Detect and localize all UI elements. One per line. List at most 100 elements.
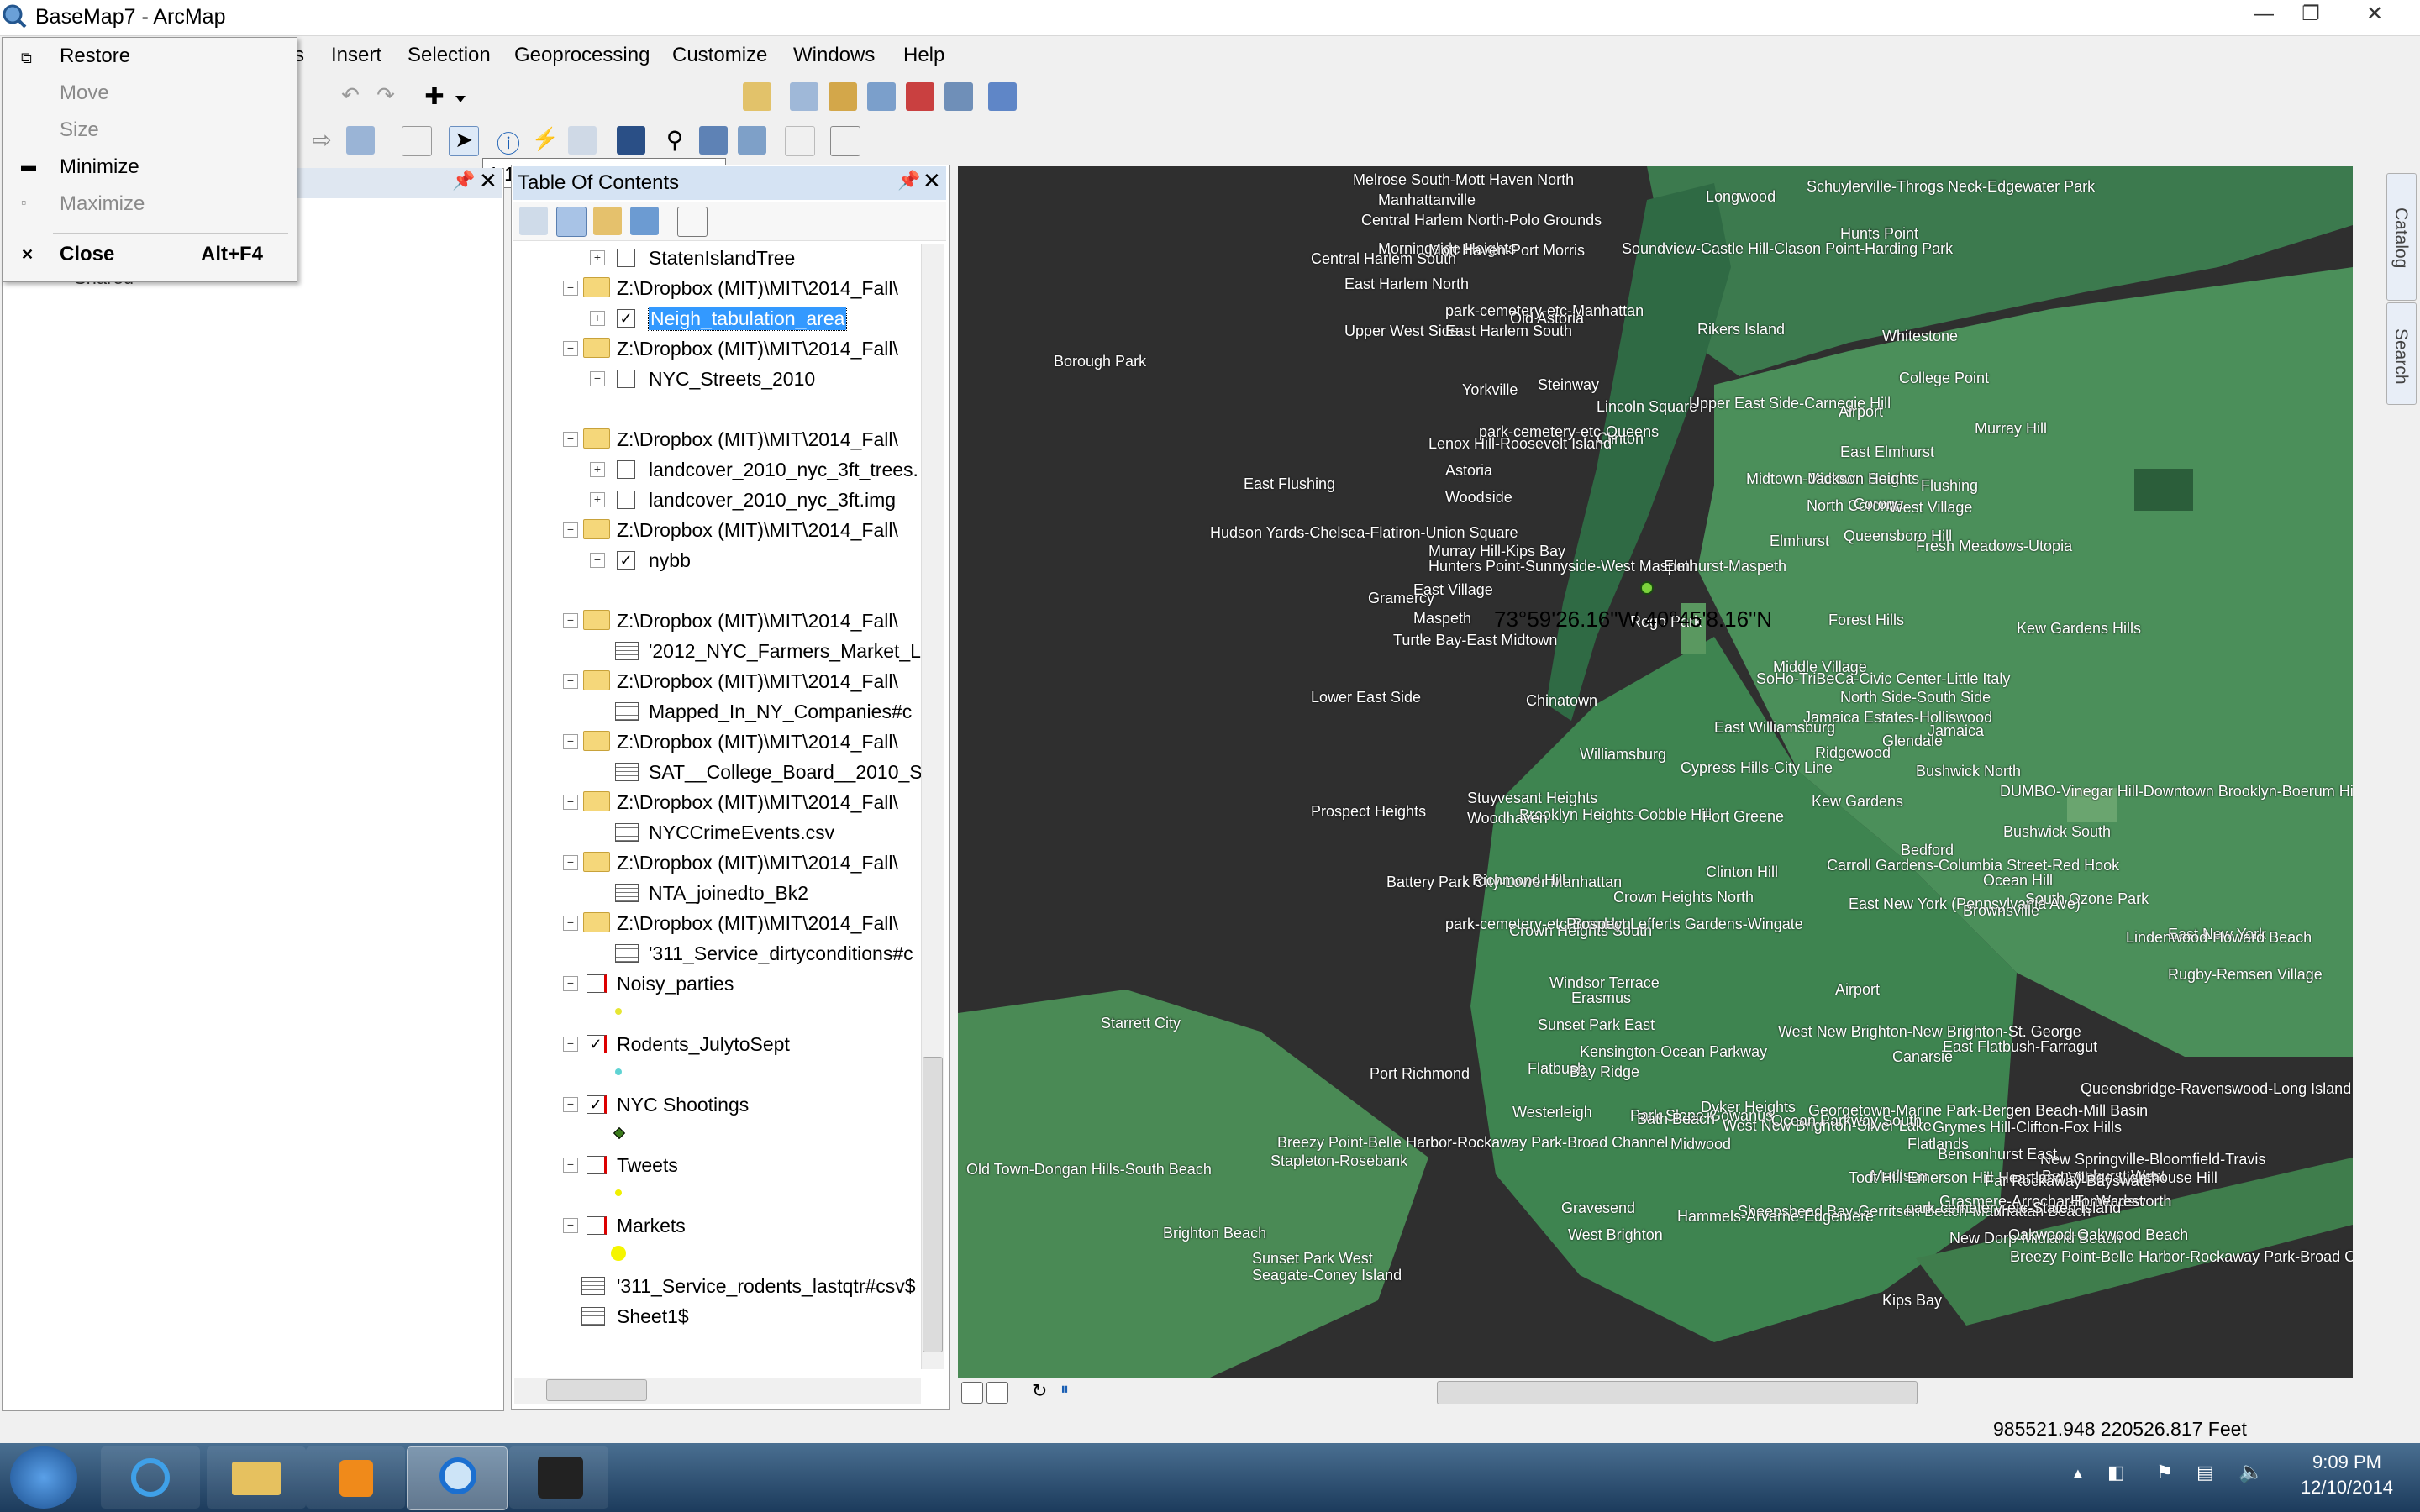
add-data-dropdown-icon[interactable]	[455, 96, 466, 102]
layer-visibility-checkbox[interactable]	[587, 974, 607, 993]
toc-row[interactable]: − Z:\Dropbox (MIT)\MIT\2014_Fall\	[513, 848, 924, 879]
menu-move[interactable]: Move	[60, 81, 109, 105]
layer-label[interactable]: Z:\Dropbox (MIT)\MIT\2014_Fall\	[617, 791, 898, 814]
toc-row[interactable]: − Tweets	[513, 1151, 924, 1181]
collapse-icon[interactable]: −	[563, 976, 578, 991]
layer-label[interactable]: Z:\Dropbox (MIT)\MIT\2014_Fall\	[617, 610, 898, 633]
toc-row[interactable]: − ✓ nybb	[513, 546, 924, 576]
select-elements-icon[interactable]: ➤	[449, 126, 479, 156]
refresh-icon[interactable]: ↻	[1032, 1380, 1047, 1402]
layer-label[interactable]: Z:\Dropbox (MIT)\MIT\2014_Fall\	[617, 519, 898, 542]
layer-label[interactable]: Mapped_In_NY_Companies#c	[649, 701, 912, 723]
tray-clock[interactable]: 9:09 PM 12/10/2014	[2292, 1450, 2402, 1500]
data-view-icon[interactable]	[961, 1382, 983, 1404]
toc-row[interactable]: SAT__College_Board__2010_Sc	[513, 758, 924, 788]
toc-row[interactable]: NYCCrimeEvents.csv	[513, 818, 924, 848]
expand-icon[interactable]: +	[590, 462, 605, 477]
layer-visibility-checkbox[interactable]: ✓	[587, 1095, 607, 1114]
layer-label[interactable]: Z:\Dropbox (MIT)\MIT\2014_Fall\	[617, 428, 898, 451]
layer-label[interactable]: Rodents_JulytoSept	[617, 1033, 790, 1056]
menu-close[interactable]: Close	[60, 243, 114, 266]
ie-taskbar-icon[interactable]	[101, 1446, 200, 1509]
toc-row[interactable]: + landcover_2010_nyc_3ft_trees.	[513, 455, 924, 486]
menu-minimize[interactable]: Minimize	[60, 155, 139, 179]
layer-label[interactable]: Z:\Dropbox (MIT)\MIT\2014_Fall\	[617, 670, 898, 693]
toc-row[interactable]: − NYC_Streets_2010	[513, 365, 924, 395]
go-to-xy-icon[interactable]	[738, 126, 766, 155]
search-tab[interactable]: Search	[2386, 302, 2417, 405]
time-slider-icon[interactable]	[785, 126, 815, 156]
toc-row[interactable]: − Z:\Dropbox (MIT)\MIT\2014_Fall\	[513, 909, 924, 939]
arcmap-taskbar-icon[interactable]	[407, 1446, 508, 1510]
toc-row[interactable]	[513, 395, 924, 425]
menu-insert[interactable]: Insert	[331, 44, 381, 67]
layer-label[interactable]: '311_Service_dirtyconditions#c	[649, 942, 913, 965]
menu-restore[interactable]: Restore	[60, 45, 130, 68]
toc-row[interactable]: '2012_NYC_Farmers_Market_Li	[513, 637, 924, 667]
tray-expand-icon[interactable]: ▲	[2070, 1465, 2086, 1483]
menu-windows[interactable]: Windows	[793, 44, 875, 67]
toc-hscroll-thumb[interactable]	[546, 1379, 647, 1401]
layer-label[interactable]: Noisy_parties	[617, 973, 734, 995]
layer-label[interactable]: NTA_joinedto_Bk2	[649, 882, 808, 905]
layer-visibility-checkbox[interactable]	[617, 491, 635, 509]
layout-view-icon[interactable]	[986, 1382, 1008, 1404]
toc-row[interactable]: − Z:\Dropbox (MIT)\MIT\2014_Fall\	[513, 667, 924, 697]
collapse-icon[interactable]: −	[563, 1158, 578, 1173]
layer-label[interactable]: Tweets	[617, 1154, 678, 1177]
collapse-icon[interactable]: −	[563, 432, 578, 447]
layer-label[interactable]: Markets	[617, 1215, 686, 1237]
search-window-icon[interactable]	[867, 82, 896, 111]
find-icon[interactable]: ⚲	[660, 126, 689, 155]
collapse-icon[interactable]: −	[563, 281, 578, 296]
expand-icon[interactable]: +	[590, 492, 605, 507]
layer-visibility-checkbox[interactable]: ✓	[587, 1035, 607, 1053]
toc-row[interactable]: − Markets	[513, 1211, 924, 1242]
catalog-window-icon[interactable]	[829, 82, 857, 111]
minimize-button[interactable]: —	[2240, 0, 2287, 30]
expand-icon[interactable]: +	[590, 311, 605, 326]
list-by-selection-icon[interactable]	[630, 207, 659, 235]
undo-icon[interactable]: ↶	[336, 82, 365, 111]
toc-row[interactable]: − Z:\Dropbox (MIT)\MIT\2014_Fall\	[513, 516, 924, 546]
collapse-icon[interactable]: −	[563, 1097, 578, 1112]
collapse-icon[interactable]: −	[563, 916, 578, 931]
list-by-drawing-order-icon[interactable]	[519, 207, 548, 235]
layer-visibility-checkbox[interactable]: ✓	[617, 551, 635, 570]
arctoolbox-icon[interactable]	[906, 82, 934, 111]
collapse-icon[interactable]: −	[563, 613, 578, 628]
layer-visibility-checkbox[interactable]	[617, 460, 635, 479]
expand-icon[interactable]: +	[590, 250, 605, 265]
pin-icon[interactable]: 📌	[452, 170, 475, 192]
catalog-tree-pane[interactable]	[2, 168, 504, 1411]
collapse-icon[interactable]: −	[563, 1218, 578, 1233]
layer-label[interactable]: Sheet1$	[617, 1305, 689, 1328]
catalog-tab[interactable]: Catalog	[2386, 173, 2417, 301]
layer-visibility-checkbox[interactable]	[617, 370, 635, 388]
hyperlink-icon[interactable]: ⚡	[531, 126, 560, 155]
clear-selection-icon[interactable]	[402, 126, 432, 156]
toc-row[interactable]: − Z:\Dropbox (MIT)\MIT\2014_Fall\	[513, 334, 924, 365]
layer-label[interactable]: Z:\Dropbox (MIT)\MIT\2014_Fall\	[617, 277, 898, 300]
python-window-icon[interactable]	[944, 82, 973, 111]
select-features-icon[interactable]	[346, 126, 375, 155]
toc-row[interactable]	[513, 1242, 924, 1272]
media-player-taskbar-icon[interactable]	[306, 1446, 405, 1509]
layer-label[interactable]: '2012_NYC_Farmers_Market_Li	[649, 640, 924, 663]
collapse-icon[interactable]: −	[563, 855, 578, 870]
menu-geoprocessing[interactable]: Geoprocessing	[514, 44, 650, 67]
model-builder-icon[interactable]	[988, 82, 1017, 111]
tray-app-icon[interactable]: ◧	[2107, 1462, 2125, 1483]
toc-row[interactable]: NTA_joinedto_Bk2	[513, 879, 924, 909]
toc-row[interactable]	[513, 1060, 924, 1090]
toc-row[interactable]: − Z:\Dropbox (MIT)\MIT\2014_Fall\	[513, 425, 924, 455]
toc-scroll-thumb[interactable]	[923, 1057, 943, 1352]
layer-label[interactable]: landcover_2010_nyc_3ft.img	[649, 489, 896, 512]
toc-row[interactable]: Mapped_In_NY_Companies#c	[513, 697, 924, 727]
layer-label[interactable]: SAT__College_Board__2010_Sc	[649, 761, 924, 784]
toc-close-icon[interactable]: ✕	[923, 168, 941, 194]
pause-drawing-icon[interactable]: ⏸	[1060, 1380, 1069, 1399]
collapse-icon[interactable]: −	[563, 522, 578, 538]
toc-layer-list[interactable]: + StatenIslandTree − Z:\Dropbox (MIT)\MIT\2…	[513, 244, 924, 1369]
layer-label[interactable]: '311_Service_rodents_lastqtr#csv$	[617, 1275, 916, 1298]
